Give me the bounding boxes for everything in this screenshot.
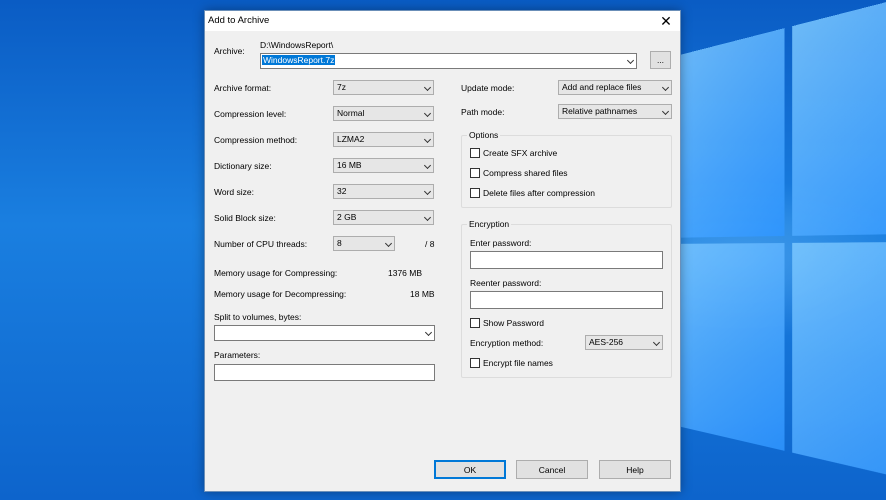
create-sfx-checkbox[interactable]: Create SFX archive xyxy=(470,148,557,158)
word-size-label: Word size: xyxy=(214,187,254,197)
encrypt-names-checkbox[interactable]: Encrypt file names xyxy=(470,358,553,368)
cpu-threads-select[interactable]: 8 xyxy=(333,236,395,251)
options-group-title: Options xyxy=(467,130,500,140)
encryption-method-value: AES-256 xyxy=(589,337,623,347)
compress-shared-label: Compress shared files xyxy=(483,168,568,178)
dictionary-size-label: Dictionary size: xyxy=(214,161,272,171)
logo-pane xyxy=(792,0,886,236)
archive-path: D:\WindowsReport\ xyxy=(260,40,333,50)
enter-password-input[interactable] xyxy=(470,251,663,269)
chevron-down-icon xyxy=(424,214,431,221)
encryption-method-label: Encryption method: xyxy=(470,338,543,348)
chevron-down-icon xyxy=(662,108,669,115)
delete-after-checkbox[interactable]: Delete files after compression xyxy=(470,188,595,198)
dialog-title: Add to Archive xyxy=(208,15,269,26)
chevron-down-icon xyxy=(424,84,431,91)
split-volumes-combo[interactable] xyxy=(214,325,435,341)
parameters-input[interactable] xyxy=(214,364,435,381)
update-mode-value: Add and replace files xyxy=(562,82,641,92)
encrypt-names-label: Encrypt file names xyxy=(483,358,553,368)
path-mode-select[interactable]: Relative pathnames xyxy=(558,104,672,119)
update-mode-select[interactable]: Add and replace files xyxy=(558,80,672,95)
dictionary-size-select[interactable]: 16 MB xyxy=(333,158,434,173)
chevron-down-icon xyxy=(662,84,669,91)
checkbox-box[interactable] xyxy=(470,188,480,198)
memory-decompressing-label: Memory usage for Decompressing: xyxy=(214,289,346,299)
browse-button[interactable]: ... xyxy=(650,51,671,69)
memory-compressing-value: 1376 MB xyxy=(388,268,422,278)
solid-block-size-select[interactable]: 2 GB xyxy=(333,210,434,225)
update-mode-label: Update mode: xyxy=(461,83,514,93)
chevron-down-icon xyxy=(424,188,431,195)
create-sfx-label: Create SFX archive xyxy=(483,148,557,158)
archive-format-label: Archive format: xyxy=(214,83,271,93)
cpu-threads-max: / 8 xyxy=(425,239,434,249)
windows-logo xyxy=(660,0,886,500)
ok-button[interactable]: OK xyxy=(434,460,506,479)
chevron-down-icon xyxy=(385,240,392,247)
compress-shared-checkbox[interactable]: Compress shared files xyxy=(470,168,568,178)
chevron-down-icon[interactable] xyxy=(627,57,634,64)
encryption-method-select[interactable]: AES-256 xyxy=(585,335,663,350)
checkbox-box[interactable] xyxy=(470,148,480,158)
compression-level-select[interactable]: Normal xyxy=(333,106,434,121)
show-password-checkbox[interactable]: Show Password xyxy=(470,318,544,328)
solid-block-size-label: Solid Block size: xyxy=(214,213,276,223)
chevron-down-icon[interactable] xyxy=(425,329,432,336)
help-button[interactable]: Help xyxy=(599,460,671,479)
path-mode-label: Path mode: xyxy=(461,107,504,117)
archive-name-combo[interactable]: WindowsReport.7z xyxy=(260,53,637,69)
memory-compressing-label: Memory usage for Compressing: xyxy=(214,268,337,278)
word-size-value: 32 xyxy=(337,186,346,196)
word-size-select[interactable]: 32 xyxy=(333,184,434,199)
chevron-down-icon xyxy=(424,162,431,169)
add-to-archive-dialog: Add to Archive ✕ Archive: D:\WindowsRepo… xyxy=(204,10,681,492)
chevron-down-icon xyxy=(653,339,660,346)
archive-format-value: 7z xyxy=(337,82,346,92)
compression-method-value: LZMA2 xyxy=(337,134,364,144)
memory-decompressing-value: 18 MB xyxy=(410,289,435,299)
delete-after-label: Delete files after compression xyxy=(483,188,595,198)
dictionary-size-value: 16 MB xyxy=(337,160,362,170)
checkbox-box[interactable] xyxy=(470,318,480,328)
show-password-label: Show Password xyxy=(483,318,544,328)
close-icon[interactable]: ✕ xyxy=(652,11,680,31)
archive-name-value[interactable]: WindowsReport.7z xyxy=(262,55,335,65)
compression-method-label: Compression method: xyxy=(214,135,297,145)
chevron-down-icon xyxy=(424,136,431,143)
compression-method-select[interactable]: LZMA2 xyxy=(333,132,434,147)
compression-level-label: Compression level: xyxy=(214,109,286,119)
solid-block-size-value: 2 GB xyxy=(337,212,356,222)
cpu-threads-label: Number of CPU threads: xyxy=(214,239,307,249)
archive-label: Archive: xyxy=(214,46,245,56)
enter-password-label: Enter password: xyxy=(470,238,531,248)
cpu-threads-value: 8 xyxy=(337,238,342,248)
parameters-label: Parameters: xyxy=(214,350,260,360)
reenter-password-input[interactable] xyxy=(470,291,663,309)
reenter-password-label: Reenter password: xyxy=(470,278,541,288)
compression-level-value: Normal xyxy=(337,108,364,118)
chevron-down-icon xyxy=(424,110,431,117)
archive-format-select[interactable]: 7z xyxy=(333,80,434,95)
logo-pane xyxy=(792,241,886,493)
title-bar[interactable]: Add to Archive ✕ xyxy=(205,11,680,31)
split-volumes-label: Split to volumes, bytes: xyxy=(214,312,301,322)
cancel-button[interactable]: Cancel xyxy=(516,460,588,479)
checkbox-box[interactable] xyxy=(470,168,480,178)
checkbox-box[interactable] xyxy=(470,358,480,368)
encryption-group-title: Encryption xyxy=(467,219,511,229)
path-mode-value: Relative pathnames xyxy=(562,106,637,116)
